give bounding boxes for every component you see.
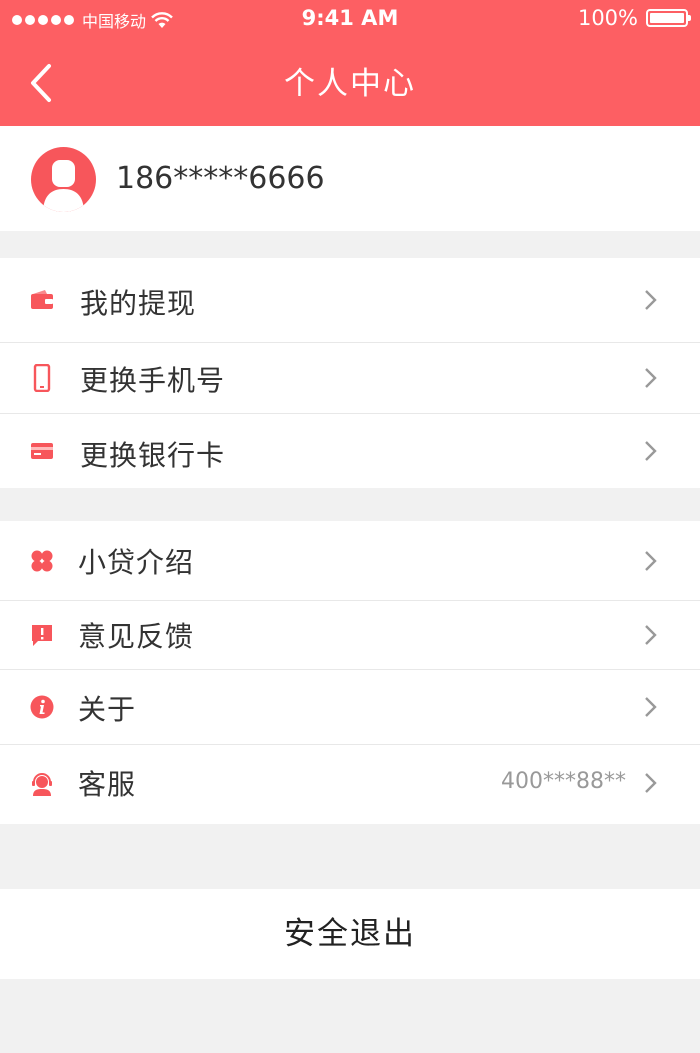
logout-button[interactable]: 安全退出 [0, 889, 700, 979]
customer-service-icon [32, 773, 52, 796]
menu-item-label: 我的提现 [80, 287, 197, 320]
menu-item-withdraw[interactable]: 我的提现 [0, 258, 700, 342]
page-title: 个人中心 [284, 66, 416, 102]
wallet-icon [31, 290, 53, 309]
clover-icon [31, 550, 53, 572]
chevron-right-icon [645, 773, 657, 793]
battery-icon [646, 9, 691, 27]
user-avatar-icon [31, 147, 96, 212]
chevron-right-icon [645, 441, 657, 461]
menu-item-label: 小贷介绍 [78, 546, 195, 579]
menu-group-account: 我的提现 更换手机号 更换银行卡 [0, 258, 700, 488]
status-bar: 中国移动 9:41 AM 100% [0, 0, 700, 40]
phone-icon [33, 364, 51, 392]
menu-item-change-card[interactable]: 更换银行卡 [0, 414, 700, 488]
menu-group-info: 小贷介绍 意见反馈 关于 客服 400***88** [0, 521, 700, 824]
menu-item-label: 更换手机号 [80, 364, 226, 397]
menu-item-label: 更换银行卡 [80, 439, 226, 472]
header: 中国移动 9:41 AM 100% 个人中心 [0, 0, 700, 126]
menu-item-feedback[interactable]: 意见反馈 [0, 601, 700, 669]
menu-item-customer-service[interactable]: 客服 400***88** [0, 745, 700, 824]
bank-card-icon [31, 443, 53, 459]
menu-item-change-phone[interactable]: 更换手机号 [0, 343, 700, 413]
menu-item-label: 客服 [78, 768, 137, 801]
chevron-right-icon [645, 697, 657, 717]
profile-card[interactable]: 186*****6666 [0, 126, 700, 231]
chevron-right-icon [645, 290, 657, 310]
feedback-icon [32, 625, 52, 646]
menu-item-about[interactable]: 关于 [0, 670, 700, 744]
info-icon [30, 695, 54, 719]
menu-item-label: 意见反馈 [78, 620, 195, 653]
battery-percent: 100% [577, 6, 638, 30]
chevron-right-icon [645, 368, 657, 388]
user-phone: 186*****6666 [116, 161, 325, 196]
battery-info: 100% [577, 6, 691, 30]
chevron-right-icon [645, 625, 657, 645]
chevron-right-icon [645, 551, 657, 571]
service-hotline: 400***88** [501, 769, 626, 794]
menu-item-loan-intro[interactable]: 小贷介绍 [0, 521, 700, 600]
menu-item-label: 关于 [78, 693, 137, 726]
